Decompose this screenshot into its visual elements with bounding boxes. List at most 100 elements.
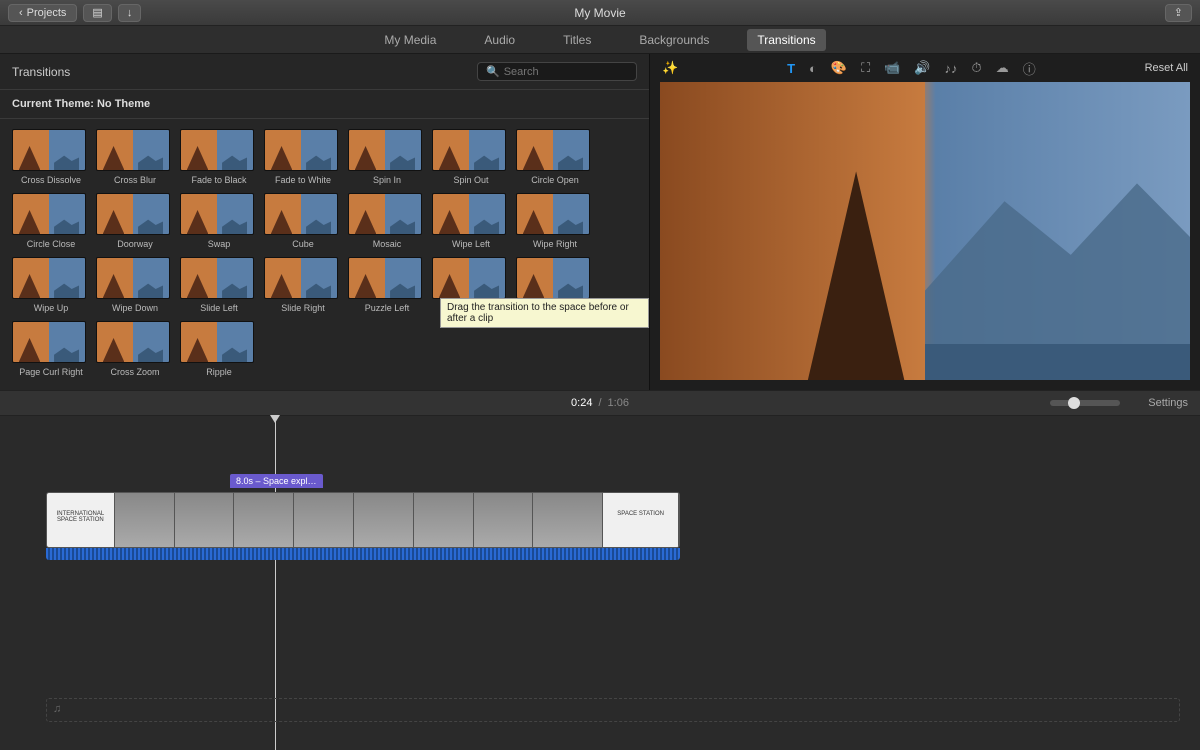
reset-all-button[interactable]: Reset All bbox=[1145, 62, 1188, 74]
speed-icon[interactable]: ⏱ bbox=[972, 60, 982, 76]
tab-my-media[interactable]: My Media bbox=[374, 29, 446, 51]
import-button[interactable]: ↓ bbox=[118, 4, 142, 22]
noise-reduction-icon[interactable]: ♪♪ bbox=[945, 61, 958, 76]
transition-item[interactable]: Fade to Black bbox=[180, 129, 258, 185]
transition-label: Page Curl Left bbox=[516, 303, 594, 313]
transition-thumbnail bbox=[12, 129, 86, 171]
tab-audio[interactable]: Audio bbox=[474, 29, 525, 51]
timeline-settings-button[interactable]: Settings bbox=[1148, 397, 1188, 409]
transition-item[interactable]: Wipe Left bbox=[432, 193, 510, 249]
preview-canvas[interactable] bbox=[660, 82, 1190, 380]
transition-label: Wipe Down bbox=[96, 303, 174, 313]
transition-label: Circle Open bbox=[516, 175, 594, 185]
title-clip[interactable]: INTERNATIONAL SPACE STATION bbox=[47, 493, 115, 547]
video-clip[interactable] bbox=[414, 493, 474, 547]
transition-label: Puzzle Left bbox=[348, 303, 426, 313]
transition-item[interactable]: Swap bbox=[180, 193, 258, 249]
end-card-text: SPACE STATION bbox=[603, 493, 678, 517]
clip-filter-icon[interactable]: ☁ bbox=[996, 60, 1009, 76]
color-correction-icon[interactable]: 🎨 bbox=[831, 60, 847, 76]
transition-label: Doorway bbox=[96, 239, 174, 249]
transition-item[interactable]: Cross Zoom bbox=[96, 321, 174, 377]
video-track[interactable]: INTERNATIONAL SPACE STATION SPACE STATIO… bbox=[46, 492, 680, 548]
search-field[interactable]: 🔍 bbox=[477, 62, 637, 81]
transition-item[interactable]: Spin In bbox=[348, 129, 426, 185]
transition-item[interactable]: Wipe Up bbox=[12, 257, 90, 313]
transition-thumbnail bbox=[516, 257, 590, 299]
transition-label: Cube bbox=[264, 239, 342, 249]
timeline-zoom-slider[interactable] bbox=[1050, 400, 1120, 406]
tab-transitions[interactable]: Transitions bbox=[747, 29, 825, 51]
transition-item[interactable]: Mosaic bbox=[348, 193, 426, 249]
transition-thumbnail bbox=[96, 193, 170, 235]
theme-value: No Theme bbox=[97, 98, 150, 110]
transition-item[interactable]: Cross Blur bbox=[96, 129, 174, 185]
transition-item[interactable]: Slide Right bbox=[264, 257, 342, 313]
current-time: 0:24 bbox=[571, 397, 592, 409]
tab-titles[interactable]: Titles bbox=[553, 29, 601, 51]
transition-item[interactable]: Circle Close bbox=[12, 193, 90, 249]
transition-label: Wipe Left bbox=[432, 239, 510, 249]
transition-item[interactable]: Page Curl Right bbox=[12, 321, 90, 377]
media-tabs: My Media Audio Titles Backgrounds Transi… bbox=[0, 26, 1200, 54]
timeline[interactable]: 8.0s – Space expl… INTERNATIONAL SPACE S… bbox=[0, 416, 1200, 750]
video-clip[interactable] bbox=[234, 493, 294, 547]
transition-item[interactable]: Cross Dissolve bbox=[12, 129, 90, 185]
transition-label: Page Curl Right bbox=[12, 367, 90, 377]
transition-item[interactable]: Spin Out bbox=[432, 129, 510, 185]
title-card-text: INTERNATIONAL SPACE STATION bbox=[47, 493, 114, 523]
transition-item[interactable]: Puzzle Left bbox=[348, 257, 426, 313]
video-clip[interactable] bbox=[175, 493, 235, 547]
transition-item[interactable]: Wipe Down bbox=[96, 257, 174, 313]
music-note-icon: ♫ bbox=[53, 703, 61, 715]
clip-duration-label: 8.0s – Space expl… bbox=[230, 474, 323, 488]
transition-thumbnail bbox=[180, 257, 254, 299]
transition-item[interactable]: Page Curl Left bbox=[516, 257, 594, 313]
time-separator: / bbox=[598, 397, 601, 409]
theme-label: Current Theme: bbox=[12, 98, 94, 110]
transition-label: Ripple bbox=[180, 367, 258, 377]
volume-icon[interactable]: 🔊 bbox=[914, 60, 930, 76]
crop-icon[interactable]: ⛶ bbox=[861, 60, 870, 76]
video-clip[interactable] bbox=[115, 493, 175, 547]
transition-item[interactable]: Slide Left bbox=[180, 257, 258, 313]
transition-item[interactable]: Ripple bbox=[180, 321, 258, 377]
library-view-button[interactable]: ▤ bbox=[83, 4, 111, 22]
titles-inspector-icon[interactable]: T bbox=[787, 61, 795, 76]
stabilization-icon[interactable]: 📹 bbox=[884, 60, 900, 76]
background-music-track[interactable]: ♫ bbox=[46, 698, 1180, 722]
end-title-clip[interactable]: SPACE STATION bbox=[603, 493, 679, 547]
video-clip[interactable] bbox=[294, 493, 354, 547]
magic-wand-icon[interactable]: ✨ bbox=[662, 60, 678, 76]
transition-item[interactable]: Fade to White bbox=[264, 129, 342, 185]
viewer-panel: ✨ T ◐ 🎨 ⛶ 📹 🔊 ♪♪ ⏱ ☁ ⓘ Reset All bbox=[650, 54, 1200, 390]
transition-thumbnail bbox=[96, 321, 170, 363]
top-toolbar: ‹ Projects ▤ ↓ My Movie ⇪ bbox=[0, 0, 1200, 26]
transition-item[interactable]: Wipe Right bbox=[516, 193, 594, 249]
transition-item[interactable]: Doorway bbox=[96, 193, 174, 249]
transition-label: Slide Right bbox=[264, 303, 342, 313]
transition-thumbnail bbox=[180, 321, 254, 363]
search-input[interactable] bbox=[504, 66, 628, 78]
transition-item[interactable]: Puzzle Right bbox=[432, 257, 510, 313]
transition-thumbnail bbox=[348, 129, 422, 171]
tab-backgrounds[interactable]: Backgrounds bbox=[629, 29, 719, 51]
video-clip[interactable] bbox=[533, 493, 603, 547]
color-balance-icon[interactable]: ◐ bbox=[809, 61, 817, 76]
transition-label: Swap bbox=[180, 239, 258, 249]
transitions-grid: Cross Dissolve Cross BlurFade to BlackFad… bbox=[0, 119, 649, 387]
transition-label: Cross Dissolve bbox=[12, 175, 90, 185]
transition-label: Spin Out bbox=[432, 175, 510, 185]
project-title: My Movie bbox=[574, 6, 625, 20]
transition-item[interactable]: Circle Open bbox=[516, 129, 594, 185]
magnifier-icon: 🔍 bbox=[486, 65, 500, 78]
transition-label: Wipe Right bbox=[516, 239, 594, 249]
video-clip[interactable] bbox=[354, 493, 414, 547]
transition-thumbnail bbox=[348, 193, 422, 235]
share-button[interactable]: ⇪ bbox=[1165, 4, 1192, 22]
info-icon[interactable]: ⓘ bbox=[1023, 59, 1036, 78]
video-clip[interactable] bbox=[474, 493, 534, 547]
transition-item[interactable]: Cube bbox=[264, 193, 342, 249]
attached-audio-waveform[interactable] bbox=[46, 548, 680, 560]
back-to-projects-button[interactable]: ‹ Projects bbox=[8, 4, 77, 22]
